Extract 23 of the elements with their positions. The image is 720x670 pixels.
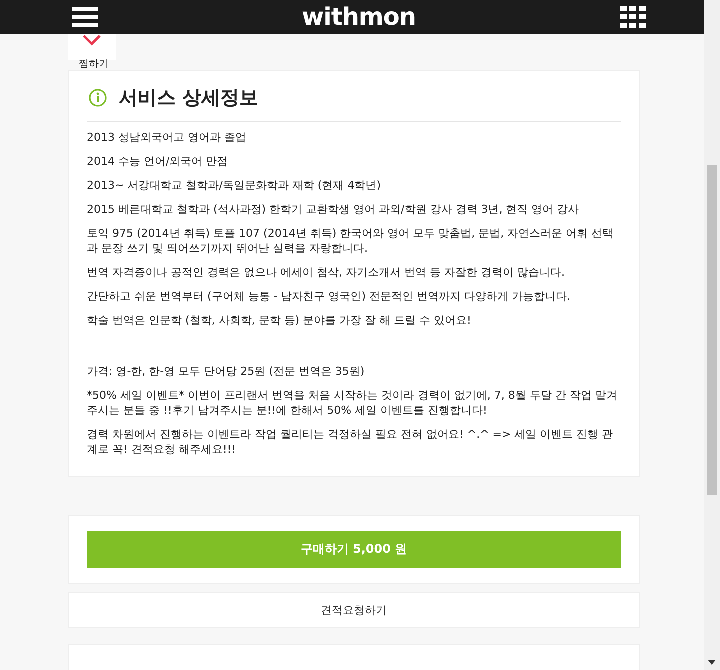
description-paragraph: 2015 베른대학교 철학과 (석사과정) 한학기 교환학생 영어 과외/학원 강사 경력 3년, 현직 영어 강사 <box>87 202 580 217</box>
section-title: 서비스 상세정보 <box>119 86 259 111</box>
chevron-down-icon <box>82 34 102 46</box>
scrollbar-thumb[interactable] <box>707 165 717 495</box>
grid-icon[interactable] <box>620 6 646 28</box>
description-paragraph: 번역 자격증이나 공적인 경력은 없으나 에세이 첨삭, 자기소개서 번역 등 자잘한 경력이 많습니다. <box>87 265 566 280</box>
wish-button[interactable] <box>68 34 116 60</box>
scrollbar[interactable] <box>704 0 720 670</box>
description-paragraph: 토익 975 (2014년 취득) 토플 107 (2014년 취득) 한국어와 영어 모두 맞춤법, 문법, 자연스러운 어휘 선택과 문장 쓰기 및 띄어쓰기까지 뛰어난 실력을 자랑합니다. <box>87 226 615 256</box>
description-paragraph: 경력 차원에서 진행하는 이벤트라 작업 퀄리티는 걱정하실 필요 전혀 없어요! ^.^ => 세일 이벤트 진행 관계로 꼭! 견적요청 해주세요!!! <box>87 427 614 457</box>
info-icon <box>89 89 107 107</box>
description-paragraph: 2013 성남외국어고 영어과 졸업 <box>87 130 248 145</box>
quote-request-button[interactable]: 견적요청하기 <box>68 592 640 628</box>
menu-icon[interactable] <box>72 6 98 28</box>
scroll-down-icon[interactable] <box>708 660 716 665</box>
description-paragraph: 간단하고 쉬운 번역부터 (구어체 능통 - 남자친구 영국인) 전문적인 번역까지 다양하게 가능합니다. <box>87 289 572 304</box>
wish-label: 찜하기 <box>79 60 109 70</box>
description-paragraph: *50% 세일 이벤트* 이번이 프리랜서 번역을 처음 시작하는 것이라 경력이 없기에, 7, 8월 두달 간 작업 맡겨주시는 분들 중 !!후기 남겨주시는 분!!에 한해서 50% 세일 이벤트를 진행합니다! <box>87 388 618 418</box>
description-paragraph: 2013~ 서강대학교 철학과/독일문화학과 재학 (현재 4학년) <box>87 178 382 193</box>
description-paragraph: 가격: 영-한, 한-영 모두 단어당 25원 (전문 번역은 35원) <box>87 364 366 379</box>
description-paragraph: 학술 번역은 인문학 (철학, 사회학, 문학 등) 분야를 가장 잘 해 드릴 수 있어요! <box>87 313 472 328</box>
description-paragraph: 2014 수능 언어/외국어 만점 <box>87 154 230 169</box>
logo[interactable]: withmon <box>302 3 416 31</box>
